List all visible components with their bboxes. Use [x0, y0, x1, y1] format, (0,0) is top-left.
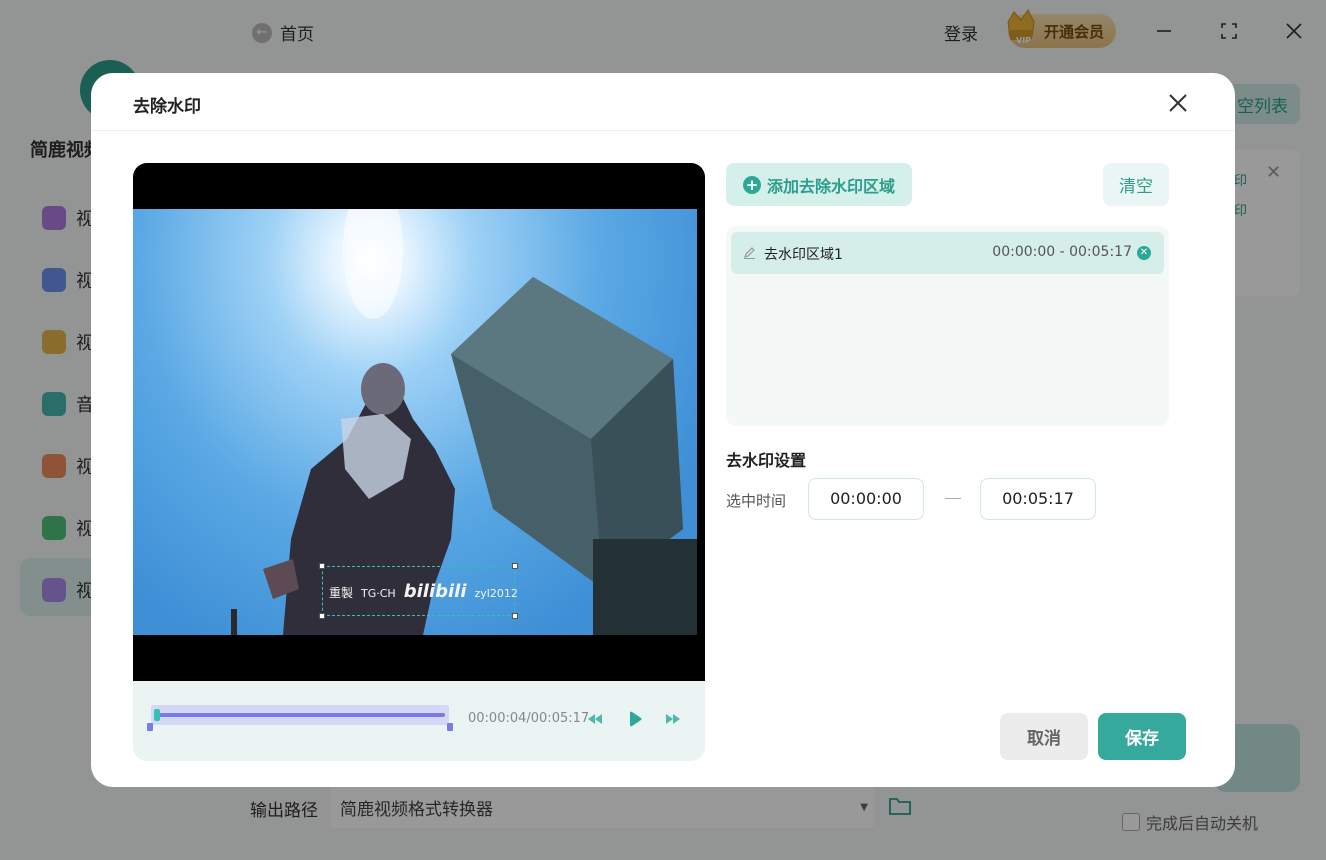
list-item[interactable]: 去水印区域1 00:00:00 - 00:05:17 ✕ [731, 232, 1164, 274]
playback-controls: 00:00:04/00:05:17 [133, 681, 705, 761]
clear-button[interactable]: 清空 [1103, 163, 1169, 206]
end-time-input[interactable]: 00:05:17 [980, 478, 1096, 520]
range-end-handle[interactable] [447, 723, 453, 731]
remove-watermark-dialog: 去除水印 重製 TG·CH bilibili zyl2012 00:00:04/… [91, 73, 1235, 787]
watermark-part: 重製 [329, 586, 354, 600]
watermark-part: bilibili [403, 581, 467, 602]
time-readout: 00:00:04/00:05:17 [468, 711, 590, 726]
video-preview-panel: 重製 TG·CH bilibili zyl2012 00:00:04/00:05… [133, 163, 705, 761]
play-icon[interactable] [625, 709, 645, 729]
selected-time-label: 选中时间 [726, 492, 787, 510]
save-button[interactable]: 保存 [1098, 713, 1186, 760]
start-time-input[interactable]: 00:00:00 [808, 478, 924, 520]
watermark-text: 重製 TG·CH bilibili zyl2012 [329, 581, 518, 602]
dialog-title: 去除水印 [133, 97, 201, 117]
range-start-handle[interactable] [147, 723, 153, 731]
add-region-label: 添加去除水印区域 [766, 176, 895, 196]
watermark-part: zyl2012 [474, 587, 518, 600]
resize-handle[interactable] [512, 613, 518, 619]
region-name: 去水印区域1 [764, 247, 843, 263]
timeline-track [155, 713, 445, 717]
timeline[interactable] [147, 705, 453, 731]
time-range-dash [945, 498, 961, 499]
rewind-icon[interactable] [585, 709, 605, 729]
resize-handle[interactable] [319, 563, 325, 569]
watermark-part: TG·CH [361, 587, 396, 600]
region-time-range: 00:00:00 - 00:05:17 [992, 244, 1132, 260]
fast-forward-icon[interactable] [663, 709, 683, 729]
add-watermark-region-button[interactable]: + 添加去除水印区域 [726, 163, 912, 206]
dialog-header: 去除水印 [91, 73, 1235, 131]
plus-circle-icon: + [742, 175, 761, 194]
edit-pen-icon[interactable] [743, 246, 756, 259]
playhead[interactable] [153, 709, 160, 721]
resize-handle[interactable] [512, 563, 518, 569]
watermark-selection-box[interactable]: 重製 TG·CH bilibili zyl2012 [319, 563, 518, 619]
region-list: 去水印区域1 00:00:00 - 00:05:17 ✕ [726, 226, 1169, 426]
resize-handle[interactable] [319, 613, 325, 619]
close-icon[interactable] [1165, 90, 1191, 116]
video-player: 重製 TG·CH bilibili zyl2012 [133, 163, 705, 681]
settings-title: 去水印设置 [726, 451, 807, 470]
cancel-button[interactable]: 取消 [1000, 713, 1088, 760]
delete-region-icon[interactable]: ✕ [1137, 246, 1151, 260]
video-frame: 重製 TG·CH bilibili zyl2012 [133, 209, 697, 635]
